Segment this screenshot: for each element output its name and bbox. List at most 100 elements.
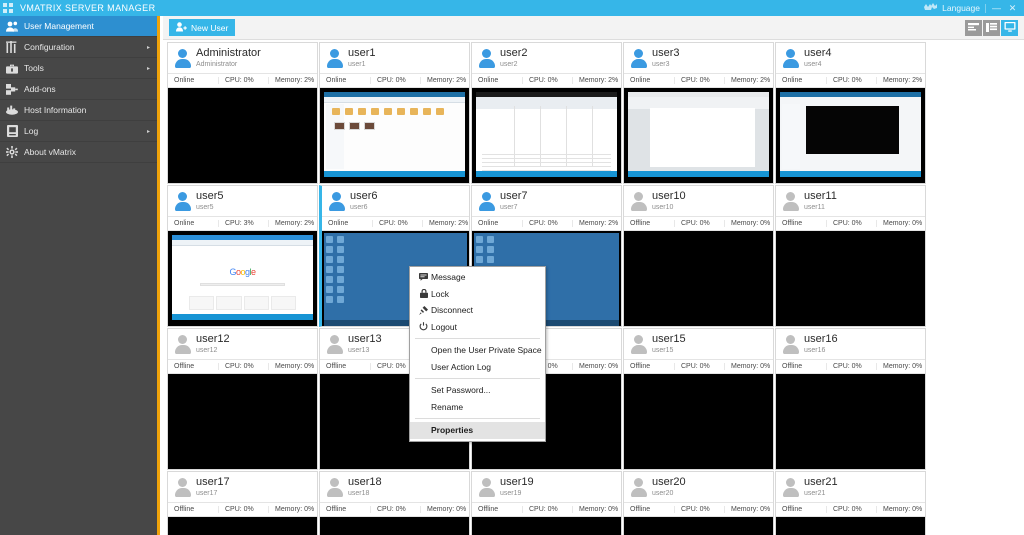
user-card[interactable]: user21 user21 Offline CPU: 0% Memory: 0% — [775, 471, 926, 535]
sidebar-item-host-information[interactable]: Host Information — [0, 100, 157, 121]
session-thumbnail[interactable] — [624, 88, 773, 183]
user-display-name: user12 — [196, 332, 230, 345]
user-card[interactable]: user2 user2 Online CPU: 0% Memory: 2% — [471, 42, 622, 184]
user-card[interactable]: user3 user3 Online CPU: 0% Memory: 2% — [623, 42, 774, 184]
user-card[interactable]: user15 user15 Offline CPU: 0% Memory: 0% — [623, 328, 774, 470]
user-card-names: user18 user18 — [348, 475, 382, 498]
disconnect-icon — [416, 305, 431, 315]
user-card[interactable]: user20 user20 Offline CPU: 0% Memory: 0% — [623, 471, 774, 535]
session-thumbnail[interactable] — [776, 231, 925, 326]
avatar — [630, 49, 647, 68]
memory-usage: Memory: 2% — [572, 77, 621, 84]
sidebar-item-configuration[interactable]: Configuration ▸ — [0, 37, 157, 58]
sidebar-item-label: Add-ons — [24, 84, 56, 94]
session-thumbnail[interactable] — [320, 88, 469, 183]
language-label[interactable]: Language — [942, 3, 980, 13]
user-card[interactable]: user18 user18 Offline CPU: 0% Memory: 0% — [319, 471, 470, 535]
session-thumbnail[interactable] — [168, 517, 317, 535]
user-card[interactable]: user11 user11 Offline CPU: 0% Memory: 0% — [775, 185, 926, 327]
user-card-header: user12 user12 — [168, 329, 317, 359]
user-card[interactable]: user4 user4 Online CPU: 0% Memory: 2% — [775, 42, 926, 184]
sidebar-item-log[interactable]: Log ▸ — [0, 121, 157, 142]
session-thumbnail[interactable] — [624, 231, 773, 326]
avatar — [174, 192, 191, 211]
memory-usage: Memory: 2% — [876, 77, 925, 84]
user-card-stats: Online CPU: 3% Memory: 2% — [168, 216, 317, 231]
memory-usage: Memory: 2% — [724, 77, 773, 84]
sidebar-item-about-vmatrix[interactable]: About vMatrix — [0, 142, 157, 163]
session-thumbnail[interactable] — [320, 517, 469, 535]
session-thumbnail[interactable] — [776, 88, 925, 183]
user-account-name: user18 — [348, 490, 370, 498]
user-card[interactable]: Administrator Administrator Online CPU: 0% M… — [167, 42, 318, 184]
user-card-names: Administrator Administrator — [196, 47, 261, 69]
user-account-name: user4 — [804, 61, 822, 69]
menu-item-set-password[interactable]: Set Password... — [410, 382, 545, 399]
avatar — [328, 192, 345, 211]
menu-item-user-action-log[interactable]: User Action Log — [410, 359, 545, 376]
user-display-name: user18 — [348, 475, 382, 488]
message-icon — [416, 273, 431, 282]
user-card-stats: Offline CPU: 0%Memory: 0% — [168, 359, 317, 374]
avatar — [782, 49, 799, 68]
menu-item-label: Rename — [431, 401, 464, 412]
sidebar-item-tools[interactable]: Tools ▸ — [0, 58, 157, 79]
menu-item-rename[interactable]: Rename — [410, 399, 545, 416]
session-thumbnail[interactable] — [624, 517, 773, 535]
session-thumbnail[interactable] — [776, 374, 925, 469]
user-card-header: user7 user7 — [472, 186, 621, 216]
user-card[interactable]: user1 user1 Online CPU: 0% Memory: 2% — [319, 42, 470, 184]
sidebar-item-user-management[interactable]: User Management — [0, 16, 157, 37]
memory-usage: Memory: 2% — [422, 220, 469, 227]
minimize-button[interactable]: — — [991, 3, 1002, 13]
view-mode-detail[interactable] — [983, 19, 1000, 36]
menu-item-logout[interactable]: Logout — [410, 319, 545, 336]
session-thumbnail[interactable] — [472, 517, 621, 535]
user-card[interactable]: user19 user19 Offline CPU: 0% Memory: 0% — [471, 471, 622, 535]
status-badge: Online — [326, 77, 347, 84]
session-thumbnail[interactable] — [624, 374, 773, 469]
memory-usage: Memory: 0% — [876, 363, 925, 370]
user-account-name: user19 — [500, 490, 522, 498]
view-mode-list[interactable] — [965, 19, 982, 36]
avatar — [478, 49, 495, 68]
menu-item-label: Set Password... — [431, 385, 491, 396]
globe-icon[interactable] — [924, 2, 938, 14]
close-button[interactable]: ✕ — [1007, 3, 1018, 13]
cpu-usage: CPU: 0% — [218, 506, 268, 513]
sidebar: User Management Configuration ▸ Tools ▸ Add-o… — [0, 16, 160, 535]
menu-item-open-the-user-private-space[interactable]: Open the User Private Space — [410, 342, 545, 359]
user-display-name: user15 — [652, 332, 686, 345]
session-thumbnail[interactable] — [168, 88, 317, 183]
sidebar-item-add-ons[interactable]: Add-ons — [0, 79, 157, 100]
menu-item-message[interactable]: Message — [410, 269, 545, 286]
view-mode-thumbnail[interactable] — [1001, 19, 1018, 37]
user-display-name: user20 — [652, 475, 686, 488]
menu-item-lock[interactable]: Lock — [410, 286, 545, 303]
session-thumbnail[interactable] — [168, 374, 317, 469]
memory-usage: Memory: 2% — [572, 220, 621, 227]
menu-separator — [415, 418, 540, 419]
avatar — [630, 192, 647, 211]
thumbnail-view-icon — [1004, 19, 1016, 37]
session-thumbnail[interactable] — [472, 88, 621, 183]
status-badge: Offline — [478, 506, 499, 513]
title-bar: VMATRIX SERVER MANAGER Language — ✕ — [0, 0, 1024, 16]
cpu-usage: CPU: 0% — [826, 77, 876, 84]
avatar — [630, 335, 647, 354]
status-badge: Offline — [630, 220, 651, 227]
session-thumbnail[interactable]: Google — [168, 231, 317, 326]
user-card[interactable]: user5 user5 Online CPU: 3% Memory: 2% Google — [167, 185, 318, 327]
user-card[interactable]: user17 user17 Offline CPU: 0% Memory: 0% — [167, 471, 318, 535]
user-account-name: user7 — [500, 204, 518, 212]
user-card[interactable]: user16 user16 Offline CPU: 0% Memory: 0% — [775, 328, 926, 470]
session-thumbnail[interactable] — [776, 517, 925, 535]
menu-item-disconnect[interactable]: Disconnect — [410, 302, 545, 319]
user-display-name: user4 — [804, 46, 832, 59]
status-badge: Offline — [782, 220, 803, 227]
user-card[interactable]: user12 user12 Offline CPU: 0% Memory: 0% — [167, 328, 318, 470]
user-card-stats: Offline CPU: 0%Memory: 0% — [776, 359, 925, 374]
new-user-button[interactable]: New User — [169, 19, 236, 36]
user-card[interactable]: user10 user10 Offline CPU: 0% Memory: 0% — [623, 185, 774, 327]
menu-item-properties[interactable]: Properties — [410, 422, 545, 439]
